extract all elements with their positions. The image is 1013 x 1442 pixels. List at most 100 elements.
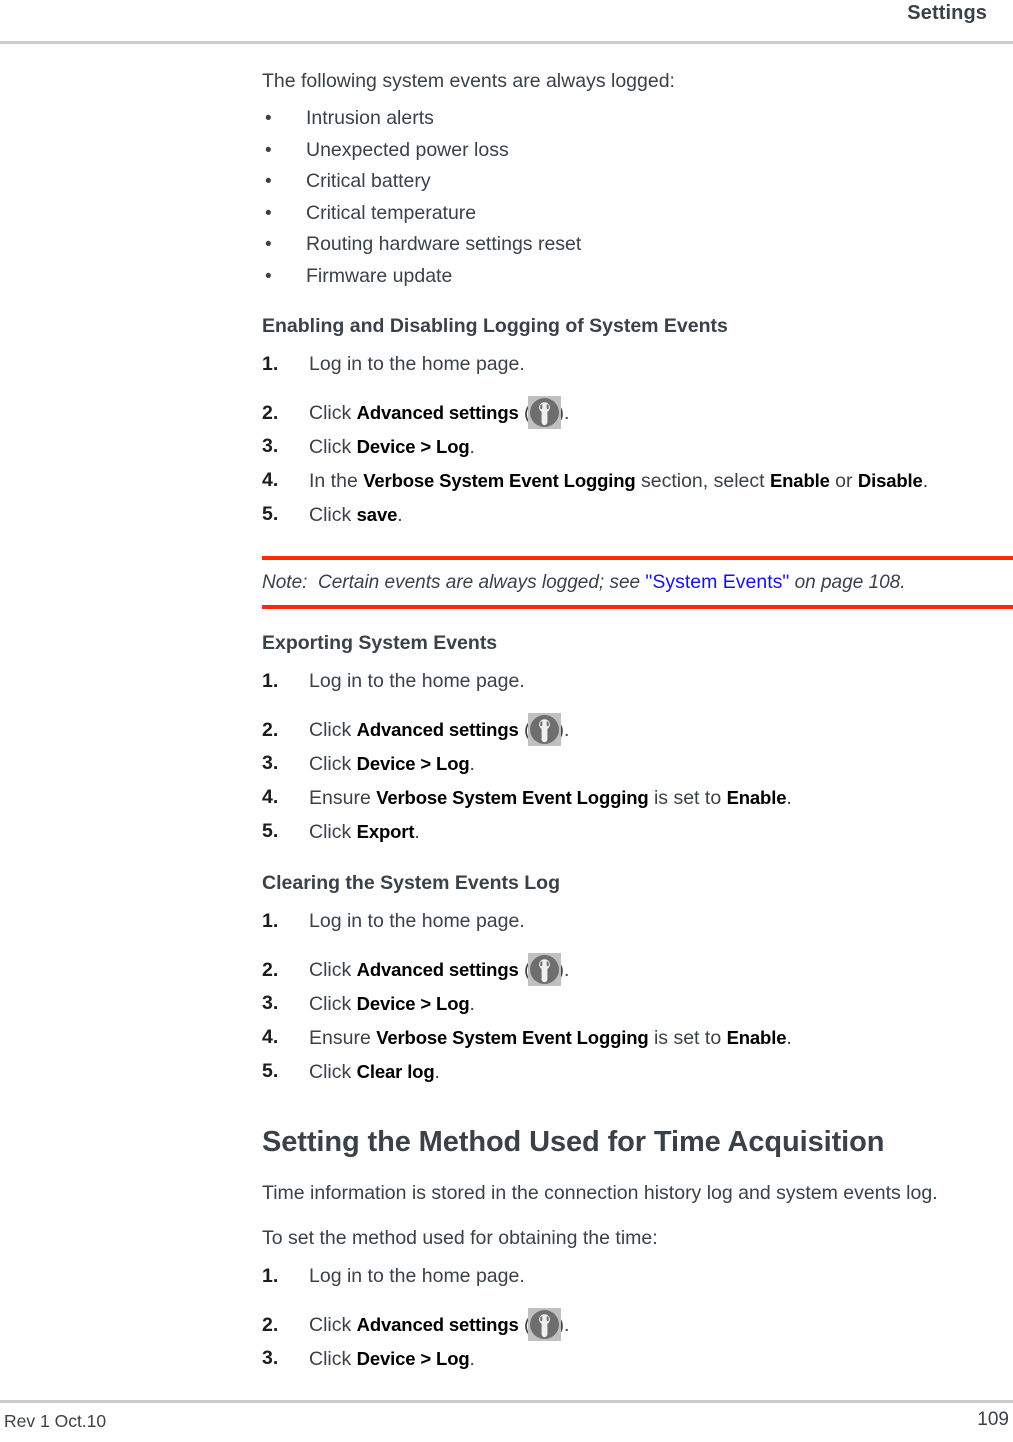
bullet-icon: • — [265, 171, 272, 192]
ui-label: Enable — [726, 787, 787, 808]
step-text: In the Verbose System Event Logging sect… — [309, 464, 1013, 498]
step-text-pre: Click — [309, 1061, 357, 1083]
step-text-pre: Click — [309, 821, 357, 843]
ui-label: save — [356, 504, 398, 525]
wrench-icon — [527, 396, 561, 429]
list-item-label: Intrusion alerts — [306, 107, 434, 129]
always-logged-list: • Intrusion alerts • Unexpected power lo… — [262, 103, 1013, 292]
section-heading-enabling: Enabling and Disabling Logging of System… — [262, 315, 728, 337]
step-item: 5. Click save. — [262, 498, 1013, 532]
list-item-label: Routing hardware settings reset — [306, 233, 582, 255]
step-number: 4. — [262, 786, 279, 808]
step-text-pre: Log in to the home page. — [309, 353, 525, 375]
step-text-post: section, select — [635, 470, 770, 492]
step-text-post: . — [414, 821, 420, 843]
step-item: 1. Log in to the home page. — [262, 348, 1013, 381]
ui-label: Export — [356, 821, 415, 842]
step-text-pre: Log in to the home page. — [309, 1265, 525, 1287]
step-text-pre: Ensure — [309, 787, 377, 809]
step-text-post: is set to — [648, 787, 727, 809]
step-item: 1. Log in to the home page. — [262, 665, 1013, 698]
step-text: Click save. — [309, 498, 1013, 532]
step-item: 2. Click Advanced settings (). — [262, 396, 1013, 430]
step-number: 2. — [262, 402, 279, 424]
step-text: Click Advanced settings (). — [309, 396, 1013, 430]
note-body: Note: Certain events are always logged; … — [262, 560, 1013, 605]
step-number: 2. — [262, 719, 279, 741]
step-text-pre: Click — [309, 1348, 357, 1370]
document-body: The following system events are always l… — [262, 66, 1013, 1376]
footer-revision: Rev 1 Oct.10 — [4, 1411, 107, 1431]
section-heading-exporting: Exporting System Events — [262, 632, 498, 654]
step-text: Ensure Verbose System Event Logging is s… — [309, 781, 1013, 815]
ui-label: Device > Log — [356, 993, 470, 1014]
list-item-label: Critical battery — [306, 170, 431, 192]
step-text-pre: In the — [309, 470, 364, 492]
header-divider — [0, 41, 1013, 44]
step-number: 1. — [262, 1265, 279, 1287]
wrench-icon — [527, 953, 561, 986]
ui-label: Enable — [769, 470, 830, 491]
step-number: 2. — [262, 959, 279, 981]
step-text: Log in to the home page. — [309, 348, 1013, 381]
step-text-post2: . — [786, 1027, 792, 1049]
step-number: 1. — [262, 353, 279, 375]
step-text-post: . — [469, 993, 475, 1015]
note-label: Note: — [262, 572, 308, 593]
bullet-icon: • — [265, 234, 272, 255]
page-footer: Rev 1 Oct.10 109 — [0, 1380, 1013, 1442]
step-text-pre: Log in to the home page. — [309, 910, 525, 932]
ui-label: Advanced settings — [356, 959, 519, 980]
bullet-icon: • — [265, 139, 272, 161]
list-item-label: Firmware update — [306, 264, 453, 287]
list-item-label: Critical temperature — [306, 201, 477, 224]
step-number: 2. — [262, 1314, 279, 1336]
step-number: 3. — [262, 992, 279, 1014]
step-item: 1. Log in to the home page. — [262, 1260, 1013, 1293]
page-header: Settings — [0, 0, 1013, 44]
step-number: 1. — [262, 910, 279, 932]
step-text-pre: Ensure — [309, 1027, 377, 1049]
step-text-post2: . — [786, 787, 792, 809]
step-item: 3. Click Device > Log. — [262, 747, 1013, 781]
step-text-pre: Log in to the home page. — [309, 670, 525, 692]
step-text: Click Device > Log. — [309, 747, 1013, 781]
step-text: Click Advanced settings (). — [309, 713, 1013, 747]
steps-clearing: 1. Log in to the home page. 2. Click Adv… — [262, 905, 1013, 1089]
step-text-post: is set to — [648, 1027, 727, 1049]
ui-label: Device > Log — [356, 1348, 470, 1369]
step-item: 4. In the Verbose System Event Logging s… — [262, 464, 1013, 498]
list-item-label: Unexpected power loss — [306, 138, 509, 161]
step-item: 3. Click Device > Log. — [262, 430, 1013, 464]
step-text: Log in to the home page. — [309, 905, 1013, 938]
ui-label: Verbose System Event Logging — [376, 1027, 649, 1048]
note-rule-bottom — [262, 605, 1013, 609]
ui-label: Disable — [857, 470, 923, 491]
time-paragraph-1: Time information is stored in the connec… — [262, 1182, 938, 1204]
step-text-pre: Click — [309, 402, 357, 424]
step-text-pre: Click — [309, 504, 357, 526]
step-text-pre: Click — [309, 993, 357, 1015]
ui-label: Verbose System Event Logging — [363, 470, 636, 491]
step-text-post: . — [397, 504, 403, 526]
step-text-pre: Click — [309, 436, 357, 458]
intro-paragraph: The following system events are always l… — [262, 70, 675, 92]
ui-label: Device > Log — [356, 436, 470, 457]
step-item: 3. Click Device > Log. — [262, 1342, 1013, 1376]
step-text-pre: Click — [309, 753, 357, 775]
step-number: 5. — [262, 820, 279, 842]
steps-time-acquisition: 1. Log in to the home page. 2. Click Adv… — [262, 1260, 1013, 1376]
step-number: 3. — [262, 1347, 279, 1369]
page-title: Settings — [907, 2, 987, 24]
step-number: 4. — [262, 469, 279, 491]
wrench-icon — [527, 713, 561, 746]
bullet-icon: • — [265, 202, 272, 224]
ui-label: Verbose System Event Logging — [376, 787, 649, 808]
ui-label: Advanced settings — [356, 1314, 519, 1335]
step-text: Click Device > Log. — [309, 430, 1013, 464]
step-text-post: . — [434, 1061, 440, 1083]
list-item: • Routing hardware settings reset — [262, 229, 1013, 261]
step-item: 3. Click Device > Log. — [262, 987, 1013, 1021]
cross-reference-link[interactable]: "System Events" — [645, 571, 789, 593]
note-text-after: on page 108. — [789, 572, 906, 593]
